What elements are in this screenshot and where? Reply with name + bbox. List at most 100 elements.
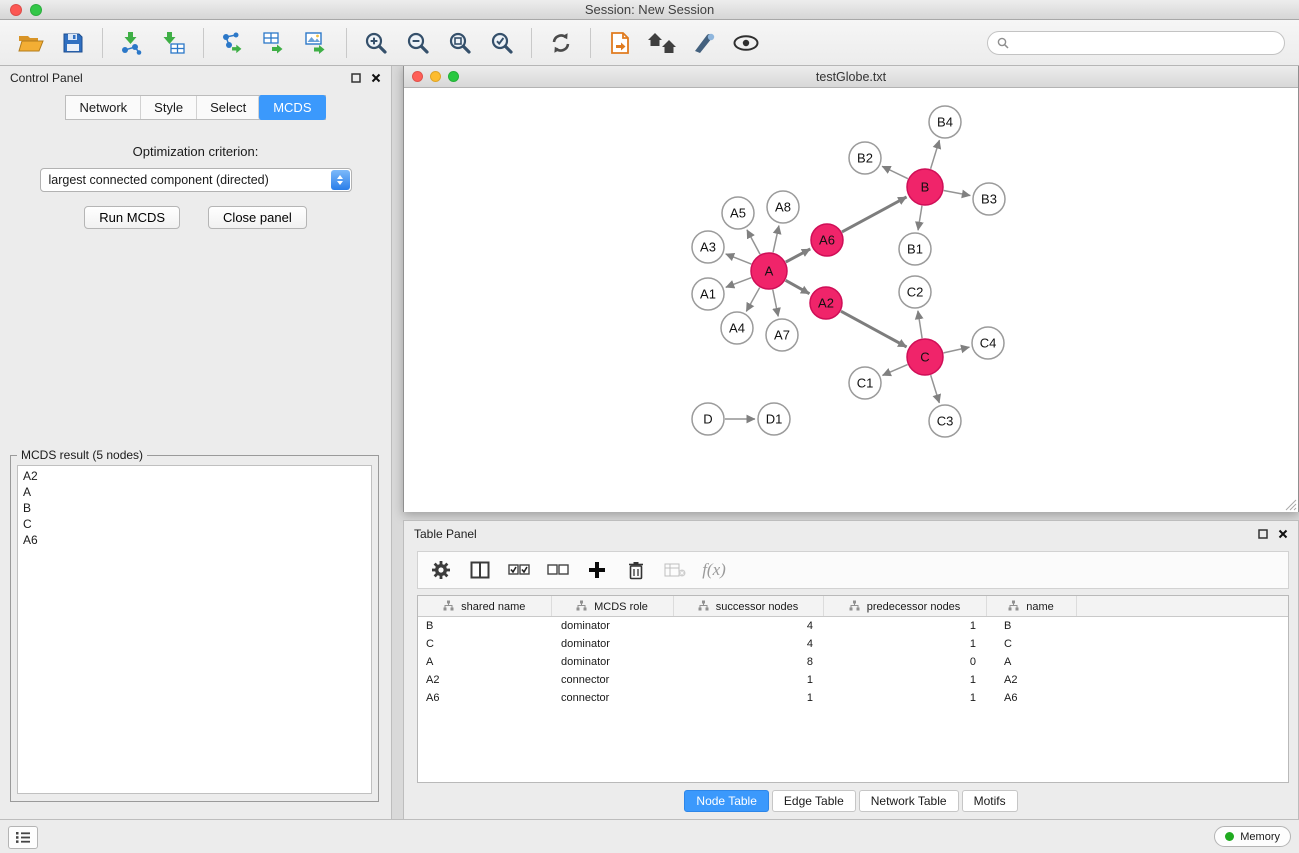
- table-row[interactable]: Bdominator41B: [418, 617, 1288, 636]
- net-minimize-icon[interactable]: [430, 71, 441, 82]
- graph-node[interactable]: D: [692, 403, 724, 435]
- graph-edge[interactable]: [786, 280, 810, 293]
- table-row[interactable]: A6connector11A6: [418, 689, 1288, 707]
- close-window-icon[interactable]: [10, 4, 22, 16]
- add-column-button[interactable]: [582, 555, 612, 585]
- run-mcds-button[interactable]: Run MCDS: [84, 206, 180, 229]
- task-history-button[interactable]: [8, 826, 38, 849]
- layout-refresh-button[interactable]: [542, 25, 580, 61]
- graph-edge[interactable]: [882, 166, 908, 178]
- graph-edge[interactable]: [786, 249, 810, 262]
- tab-network-table[interactable]: Network Table: [859, 790, 959, 812]
- net-close-icon[interactable]: [412, 71, 423, 82]
- close-panel-icon[interactable]: [371, 73, 381, 83]
- mcds-result-item[interactable]: A: [23, 484, 366, 500]
- tab-edge-table[interactable]: Edge Table: [772, 790, 856, 812]
- graph-node[interactable]: A8: [767, 191, 799, 223]
- graph-edge[interactable]: [726, 278, 751, 288]
- search-box[interactable]: [987, 31, 1285, 55]
- mcds-result-item[interactable]: A2: [23, 468, 366, 484]
- column-header[interactable]: predecessor nodes: [823, 596, 986, 617]
- zoom-out-button[interactable]: [399, 25, 437, 61]
- show-columns-button[interactable]: [465, 555, 495, 585]
- graph-node[interactable]: C2: [899, 276, 931, 308]
- graph-edge[interactable]: [842, 197, 907, 232]
- graph-node[interactable]: B4: [929, 106, 961, 138]
- graph-node[interactable]: C3: [929, 405, 961, 437]
- graph-node[interactable]: A1: [692, 278, 724, 310]
- graph-node[interactable]: C1: [849, 367, 881, 399]
- zoom-fit-button[interactable]: [441, 25, 479, 61]
- graph-node[interactable]: A6: [811, 224, 843, 256]
- close-panel-icon[interactable]: [1278, 529, 1288, 539]
- graph-node[interactable]: D1: [758, 403, 790, 435]
- mcds-result-list[interactable]: A2ABCA6: [17, 465, 372, 794]
- graph-node[interactable]: B2: [849, 142, 881, 174]
- graph-edge[interactable]: [918, 206, 922, 230]
- export-image-button[interactable]: [298, 25, 336, 61]
- column-header[interactable]: successor nodes: [673, 596, 823, 617]
- tab-node-table[interactable]: Node Table: [684, 790, 769, 812]
- graph-node[interactable]: A: [751, 253, 787, 289]
- graph-edge[interactable]: [773, 290, 778, 317]
- table-row[interactable]: A2connector11A2: [418, 671, 1288, 689]
- float-panel-icon[interactable]: [1258, 529, 1268, 539]
- criterion-dropdown[interactable]: largest connected component (directed): [40, 168, 352, 192]
- memory-button[interactable]: Memory: [1214, 826, 1291, 847]
- net-zoom-icon[interactable]: [448, 71, 459, 82]
- graph-node[interactable]: A2: [810, 287, 842, 319]
- graph-edge[interactable]: [726, 254, 752, 264]
- graph-edge[interactable]: [882, 365, 907, 376]
- tab-select[interactable]: Select: [196, 96, 259, 119]
- close-panel-button[interactable]: Close panel: [208, 206, 307, 229]
- graph-node[interactable]: B3: [973, 183, 1005, 215]
- function-builder-button[interactable]: f(x): [699, 555, 729, 585]
- column-header[interactable]: name: [986, 596, 1076, 617]
- export-table-button[interactable]: [256, 25, 294, 61]
- graph-node[interactable]: A7: [766, 319, 798, 351]
- mcds-result-item[interactable]: B: [23, 500, 366, 516]
- graph-edge[interactable]: [747, 230, 760, 254]
- network-canvas[interactable]: B4 B2 B B3 A5 A8 A6 B1 A3 A C2 A1 A2 A4 A7 C4 C C1 C3 D D1: [404, 88, 1298, 512]
- deselect-all-columns-button[interactable]: [543, 555, 573, 585]
- show-hide-button[interactable]: [727, 25, 765, 61]
- graph-edge[interactable]: [773, 226, 779, 253]
- zoom-window-icon[interactable]: [30, 4, 42, 16]
- table-row[interactable]: Cdominator41C: [418, 635, 1288, 653]
- import-network-file-button[interactable]: [113, 25, 151, 61]
- dropdown-stepper-icon[interactable]: [331, 170, 350, 190]
- graph-node[interactable]: A3: [692, 231, 724, 263]
- mcds-result-item[interactable]: C: [23, 516, 366, 532]
- tab-style[interactable]: Style: [140, 96, 196, 119]
- graph-edge[interactable]: [931, 375, 940, 403]
- home-button[interactable]: [643, 25, 681, 61]
- select-all-columns-button[interactable]: [504, 555, 534, 585]
- resize-grip-icon[interactable]: [1285, 499, 1297, 511]
- delete-column-button[interactable]: [621, 555, 651, 585]
- node-table[interactable]: shared name MCDS role successor nodes pr…: [417, 595, 1289, 783]
- export-network-button[interactable]: [214, 25, 252, 61]
- table-row[interactable]: Adominator80A: [418, 653, 1288, 671]
- open-folder-button[interactable]: [12, 25, 50, 61]
- float-panel-icon[interactable]: [351, 73, 361, 83]
- table-settings-button[interactable]: [426, 555, 456, 585]
- graph-edge[interactable]: [931, 140, 940, 169]
- column-header[interactable]: shared name: [418, 596, 551, 617]
- graph-edge[interactable]: [918, 311, 922, 338]
- graph-edge[interactable]: [841, 311, 907, 347]
- mcds-result-item[interactable]: A6: [23, 532, 366, 548]
- graph-node[interactable]: B: [907, 169, 943, 205]
- graph-node[interactable]: C: [907, 339, 943, 375]
- graph-node[interactable]: C4: [972, 327, 1004, 359]
- tab-motifs[interactable]: Motifs: [962, 790, 1018, 812]
- graph-node[interactable]: A4: [721, 312, 753, 344]
- graph-node[interactable]: B1: [899, 233, 931, 265]
- graph-node[interactable]: A5: [722, 197, 754, 229]
- column-header[interactable]: MCDS role: [551, 596, 673, 617]
- zoom-in-button[interactable]: [357, 25, 395, 61]
- search-input[interactable]: [1015, 35, 1275, 51]
- zoom-selected-button[interactable]: [483, 25, 521, 61]
- tab-network[interactable]: Network: [66, 96, 140, 119]
- save-session-button[interactable]: [54, 25, 92, 61]
- graph-edge[interactable]: [746, 288, 759, 312]
